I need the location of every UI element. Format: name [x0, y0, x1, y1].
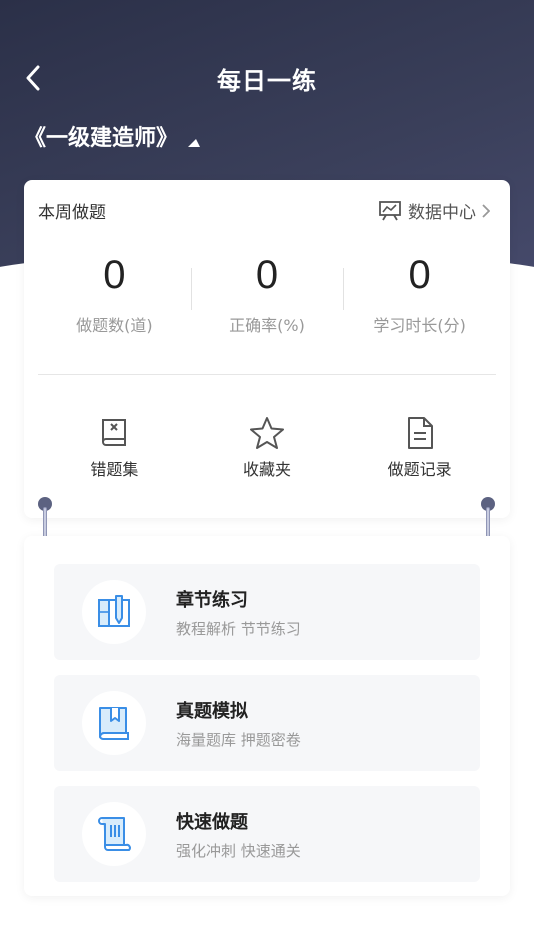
action-label: 错题集 — [90, 460, 139, 479]
practice-subtitle: 强化冲刺 快速通关 — [176, 841, 301, 860]
data-center-label: 数据中心 — [408, 203, 476, 223]
quick-actions: 错题集 收藏夹 做题记录 — [38, 416, 496, 480]
practice-icon-wrap — [82, 802, 146, 866]
star-icon — [250, 417, 284, 449]
practice-subtitle: 海量题库 押题密卷 — [176, 730, 301, 749]
wrong-questions-button[interactable]: 错题集 — [38, 416, 191, 480]
practice-icon-wrap — [82, 691, 146, 755]
action-label: 做题记录 — [387, 460, 452, 479]
exam-name: 《一级建造师》 — [24, 126, 179, 151]
stat-label: 学习时长(分) — [373, 316, 466, 335]
practice-title: 真题模拟 — [176, 700, 248, 722]
exam-selector[interactable]: 《一级建造师》 — [24, 120, 201, 152]
practice-record-button[interactable]: 做题记录 — [343, 416, 496, 480]
triangle-down-icon — [188, 139, 201, 147]
stat-label: 做题数(道) — [76, 316, 153, 335]
weekly-title: 本周做题 — [38, 203, 106, 223]
bookmark-book-icon — [99, 707, 129, 741]
scroll-icon — [98, 817, 131, 851]
stat-label: 正确率(%) — [229, 316, 305, 335]
stats-row: 0 做题数(道) 0 正确率(%) 0 学习时长(分) — [38, 252, 496, 335]
card-header: 本周做题 数据中心 — [38, 198, 496, 223]
chapter-pen-icon — [98, 595, 130, 627]
document-icon — [407, 417, 433, 449]
practice-text: 章节练习 教程解析 节节练习 — [176, 586, 301, 639]
practice-title: 快速做题 — [176, 811, 248, 833]
practice-title: 章节练习 — [176, 589, 248, 611]
stat-value: 0 — [103, 253, 126, 297]
nav-bar: 每日一练 — [0, 52, 534, 104]
wrong-book-icon — [102, 419, 127, 446]
practice-text: 快速做题 强化冲刺 快速通关 — [176, 808, 301, 861]
practice-icon-wrap — [82, 580, 146, 644]
practice-text: 真题模拟 海量题库 押题密卷 — [176, 697, 301, 750]
data-center-link[interactable]: 数据中心 — [378, 198, 496, 223]
weekly-stats-card: 本周做题 数据中心 0 做题数(道) 0 正确率(%) 0 学习时长(分) 错题… — [24, 180, 510, 518]
chevron-left-icon — [26, 65, 40, 91]
stat-value: 0 — [408, 253, 431, 297]
action-label: 收藏夹 — [243, 460, 292, 479]
practice-panel: 章节练习 教程解析 节节练习 真题模拟 海量题库 押题密卷 快速做题 强化冲刺 … — [24, 536, 510, 896]
favorites-button[interactable]: 收藏夹 — [191, 416, 344, 480]
divider — [38, 374, 496, 375]
page-title: 每日一练 — [217, 66, 317, 95]
quick-practice-item[interactable]: 快速做题 强化冲刺 快速通关 — [54, 786, 480, 882]
chapter-practice-item[interactable]: 章节练习 教程解析 节节练习 — [54, 564, 480, 660]
practice-subtitle: 教程解析 节节练习 — [176, 619, 301, 638]
chart-board-icon — [379, 200, 401, 220]
chevron-right-icon — [482, 203, 490, 218]
past-exam-item[interactable]: 真题模拟 海量题库 押题密卷 — [54, 675, 480, 771]
back-button[interactable] — [20, 64, 46, 92]
stat-accuracy: 0 正确率(%) — [190, 252, 344, 335]
stat-value: 0 — [255, 253, 279, 297]
stat-question-count: 0 做题数(道) — [38, 252, 191, 335]
stat-study-time: 0 学习时长(分) — [343, 252, 496, 335]
